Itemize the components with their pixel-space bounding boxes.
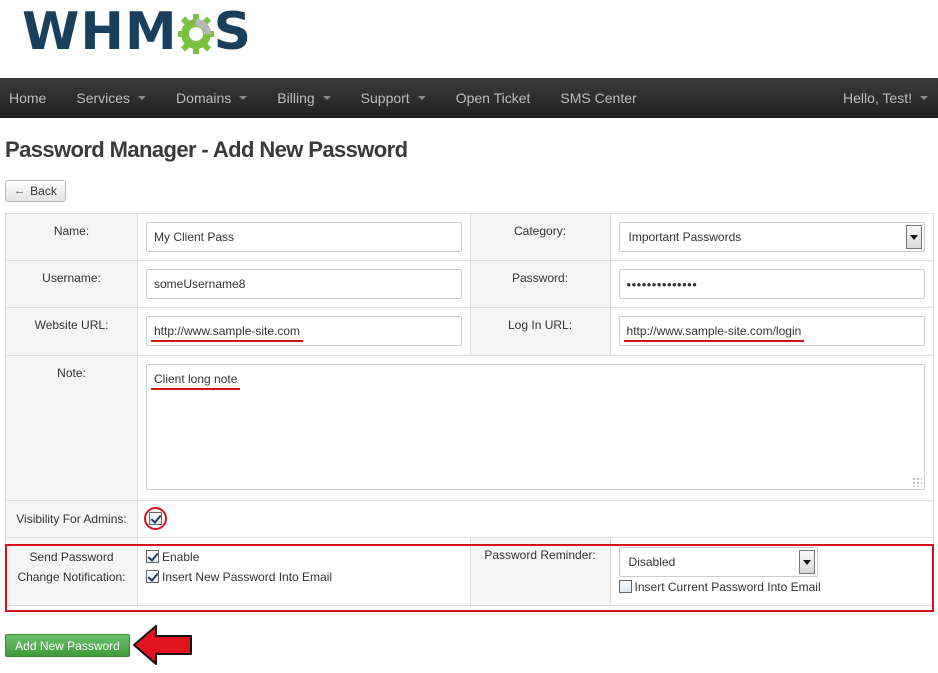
insert-new-option[interactable]: Insert New Password Into Email — [146, 567, 462, 587]
dropdown-arrow-icon[interactable] — [906, 225, 922, 249]
logo-text-left: WHM — [22, 2, 178, 62]
login-url-label: Log In URL: — [469, 307, 611, 356]
nav-domains-label: Domains — [176, 89, 232, 106]
visibility-checkbox[interactable] — [149, 512, 162, 525]
website-url-label: Website URL: — [5, 307, 138, 356]
enable-option[interactable]: Enable — [146, 547, 462, 567]
add-new-password-button[interactable]: Add New Password — [5, 634, 130, 657]
visibility-highlight-ring — [144, 507, 167, 530]
back-button-label: Back — [30, 184, 57, 198]
caret-down-icon — [239, 95, 248, 100]
add-new-password-label: Add New Password — [15, 638, 120, 653]
notification-label-line1: Send Password — [29, 550, 114, 564]
name-label: Name: — [5, 213, 138, 261]
note-value: Client long note — [154, 372, 238, 386]
nav-support-label: Support — [360, 89, 410, 106]
insert-new-checkbox[interactable] — [146, 570, 159, 583]
website-url-input[interactable]: http://www.sample-site.com — [146, 316, 462, 346]
login-url-input[interactable]: http://www.sample-site.com/login — [618, 316, 925, 346]
insert-new-label: Insert New Password Into Email — [162, 570, 333, 584]
reminder-select[interactable]: Disabled — [618, 547, 818, 577]
nav-open-ticket[interactable]: Open Ticket — [441, 78, 546, 118]
nav-support[interactable]: Support — [346, 78, 441, 118]
password-input[interactable]: •••••••••••••• — [618, 269, 925, 299]
insert-current-label: Insert Current Password Into Email — [634, 580, 821, 594]
name-input[interactable]: My Client Pass — [146, 222, 462, 252]
main-navbar: Home Services Domains Billing Support Op… — [0, 78, 938, 118]
insert-current-option[interactable]: Insert Current Password Into Email — [618, 577, 925, 597]
nav-sms-center-label: SMS Center — [560, 89, 637, 106]
nav-billing-label: Billing — [277, 89, 315, 106]
notification-label: Send Password Change Notification: — [5, 537, 138, 606]
insert-current-checkbox[interactable] — [618, 580, 632, 593]
username-input[interactable]: someUsername8 — [146, 269, 462, 299]
nav-sms-center[interactable]: SMS Center — [545, 78, 651, 118]
whmcs-logo[interactable]: WHM S — [22, 4, 251, 60]
reminder-label: Password Reminder: — [469, 537, 611, 606]
nav-domains[interactable]: Domains — [161, 78, 262, 118]
name-value: My Client Pass — [154, 230, 235, 244]
category-label: Category: — [469, 213, 611, 261]
note-label: Note: — [5, 355, 138, 501]
caret-down-icon — [138, 95, 147, 100]
arrow-left-icon: ← — [14, 185, 26, 197]
caret-down-icon — [322, 95, 331, 100]
enable-label: Enable — [162, 550, 200, 564]
reminder-value: Disabled — [628, 555, 676, 569]
user-greeting: Hello, Test! — [843, 89, 912, 106]
annotation-arrow-icon — [133, 625, 192, 665]
nav-user-menu[interactable]: Hello, Test! — [828, 78, 938, 118]
page-title: Password Manager - Add New Password — [5, 137, 408, 162]
back-button[interactable]: ← Back — [5, 180, 66, 202]
nav-billing[interactable]: Billing — [262, 78, 345, 118]
username-value: someUsername8 — [154, 277, 246, 291]
category-value: Important Passwords — [628, 230, 742, 244]
gear-logo-icon — [177, 14, 214, 54]
dropdown-arrow-icon[interactable] — [798, 550, 815, 574]
username-label: Username: — [5, 260, 138, 308]
add-password-form: Name: My Client Pass Category: Important… — [5, 213, 935, 606]
nav-services[interactable]: Services — [61, 78, 161, 118]
category-select[interactable]: Important Passwords — [618, 222, 925, 252]
visibility-label: Visibility For Admins: — [5, 500, 138, 538]
caret-down-icon — [417, 95, 426, 100]
enable-checkbox[interactable] — [146, 550, 159, 563]
nav-open-ticket-label: Open Ticket — [455, 89, 531, 106]
caret-down-icon — [920, 95, 928, 100]
note-textarea[interactable]: Client long note — [146, 364, 925, 490]
password-label: Password: — [469, 260, 611, 308]
notification-label-line2: Change Notification: — [17, 570, 126, 584]
logo-text-right: S — [213, 2, 252, 62]
password-value: •••••••••••••• — [626, 276, 698, 292]
login-url-value: http://www.sample-site.com/login — [623, 324, 805, 342]
nav-services-label: Services — [76, 89, 131, 106]
website-url-value: http://www.sample-site.com — [150, 324, 304, 342]
resize-grip-icon[interactable] — [912, 477, 922, 487]
nav-home-label: Home — [9, 89, 47, 106]
nav-home[interactable]: Home — [0, 78, 61, 118]
